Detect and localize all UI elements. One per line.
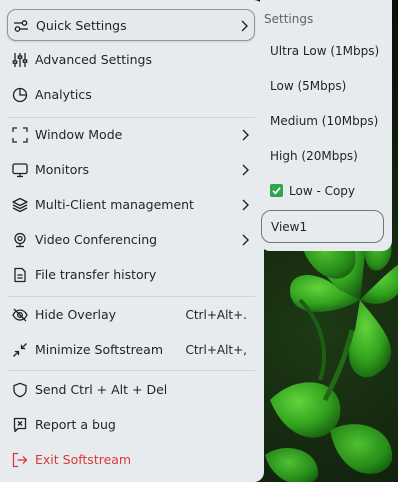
webcam-icon	[12, 232, 28, 248]
menu-item-label: Video Conferencing	[35, 232, 158, 247]
menu-item-exit-softstream[interactable]: Exit Softstream	[7, 444, 255, 476]
menu-item-label: Exit Softstream	[35, 452, 132, 467]
exit-icon	[12, 452, 28, 468]
submenu-item-label: Low (5Mbps)	[270, 79, 347, 93]
document-icon	[12, 267, 28, 283]
menu-item-quick-settings[interactable]: Quick Settings	[7, 9, 255, 41]
menu-divider	[7, 117, 255, 118]
fullscreen-corners-icon	[12, 127, 28, 143]
menu-item-label: Report a bug	[35, 417, 116, 432]
submenu-item-high[interactable]: High (20Mbps)	[261, 140, 384, 173]
equalizer-icon	[12, 52, 28, 68]
menu-item-label: Hide Overlay	[35, 307, 117, 322]
submenu-item-label: View1	[271, 220, 308, 234]
menu-divider	[7, 370, 255, 371]
keyboard-shortcut: Ctrl+Alt+.	[185, 308, 247, 322]
menu-item-video-conferencing[interactable]: Video Conferencing	[7, 224, 255, 256]
submenu-item-ultra-low[interactable]: Ultra Low (1Mbps)	[261, 35, 384, 68]
menu-item-monitors[interactable]: Monitors	[7, 154, 255, 186]
eye-off-icon	[12, 307, 28, 323]
submenu-item-medium[interactable]: Medium (10Mbps)	[261, 105, 384, 138]
menu-item-label: Quick Settings	[36, 18, 127, 33]
layers-icon	[12, 197, 28, 213]
menu-item-multi-client-management[interactable]: Multi-Client management	[7, 189, 255, 221]
chevron-right-icon	[240, 128, 250, 142]
menu-item-advanced-settings[interactable]: Advanced Settings	[7, 44, 255, 76]
menu-item-label: Window Mode	[35, 127, 123, 142]
submenu-header: Settings	[264, 12, 314, 26]
menu-item-window-mode[interactable]: Window Mode	[7, 119, 255, 151]
pie-chart-icon	[12, 87, 28, 103]
submenu-item-label: Ultra Low (1Mbps)	[270, 44, 380, 58]
quick-settings-submenu: Settings Ultra Low (1Mbps) Low (5Mbps) M…	[260, 0, 392, 251]
submenu-item-low-copy[interactable]: Low - Copy	[261, 175, 384, 208]
menu-item-label: Minimize Softstream	[35, 342, 163, 357]
menu-divider	[7, 296, 255, 297]
chevron-right-icon	[240, 198, 250, 212]
menu-item-file-transfer-history[interactable]: File transfer history	[7, 259, 255, 291]
menu-item-analytics[interactable]: Analytics	[7, 79, 255, 111]
menu-item-minimize-softstream[interactable]: Minimize Softstream Ctrl+Alt+,	[7, 334, 255, 366]
chevron-right-icon	[240, 163, 250, 177]
sliders-toggle-icon	[13, 18, 29, 34]
minimize-arrows-icon	[12, 342, 28, 358]
chevron-right-icon	[239, 19, 249, 33]
menu-item-label: Send Ctrl + Alt + Del	[35, 382, 168, 397]
context-menu: Quick Settings Advanced Settings Analyti…	[0, 0, 264, 482]
submenu-item-label: High (20Mbps)	[270, 149, 358, 163]
submenu-item-low[interactable]: Low (5Mbps)	[261, 70, 384, 103]
menu-item-send-ctrl-alt-del[interactable]: Send Ctrl + Alt + Del	[7, 374, 255, 406]
menu-item-label: Analytics	[35, 87, 92, 102]
submenu-item-label: Medium (10Mbps)	[270, 114, 379, 128]
keyboard-shortcut: Ctrl+Alt+,	[185, 343, 247, 357]
menu-item-report-bug[interactable]: Report a bug	[7, 409, 255, 441]
chevron-right-icon	[240, 233, 250, 247]
submenu-item-label: Low - Copy	[289, 184, 356, 198]
menu-item-label: Multi-Client management	[35, 197, 194, 212]
menu-item-label: Monitors	[35, 162, 90, 177]
bug-report-icon	[12, 417, 28, 433]
checkmark-icon	[270, 184, 283, 197]
menu-item-label: File transfer history	[35, 267, 157, 282]
submenu-item-view1[interactable]: View1	[261, 210, 384, 243]
monitor-icon	[12, 162, 28, 178]
shield-icon	[12, 382, 28, 398]
menu-item-label: Advanced Settings	[35, 52, 152, 67]
menu-item-hide-overlay[interactable]: Hide Overlay Ctrl+Alt+.	[7, 299, 255, 331]
